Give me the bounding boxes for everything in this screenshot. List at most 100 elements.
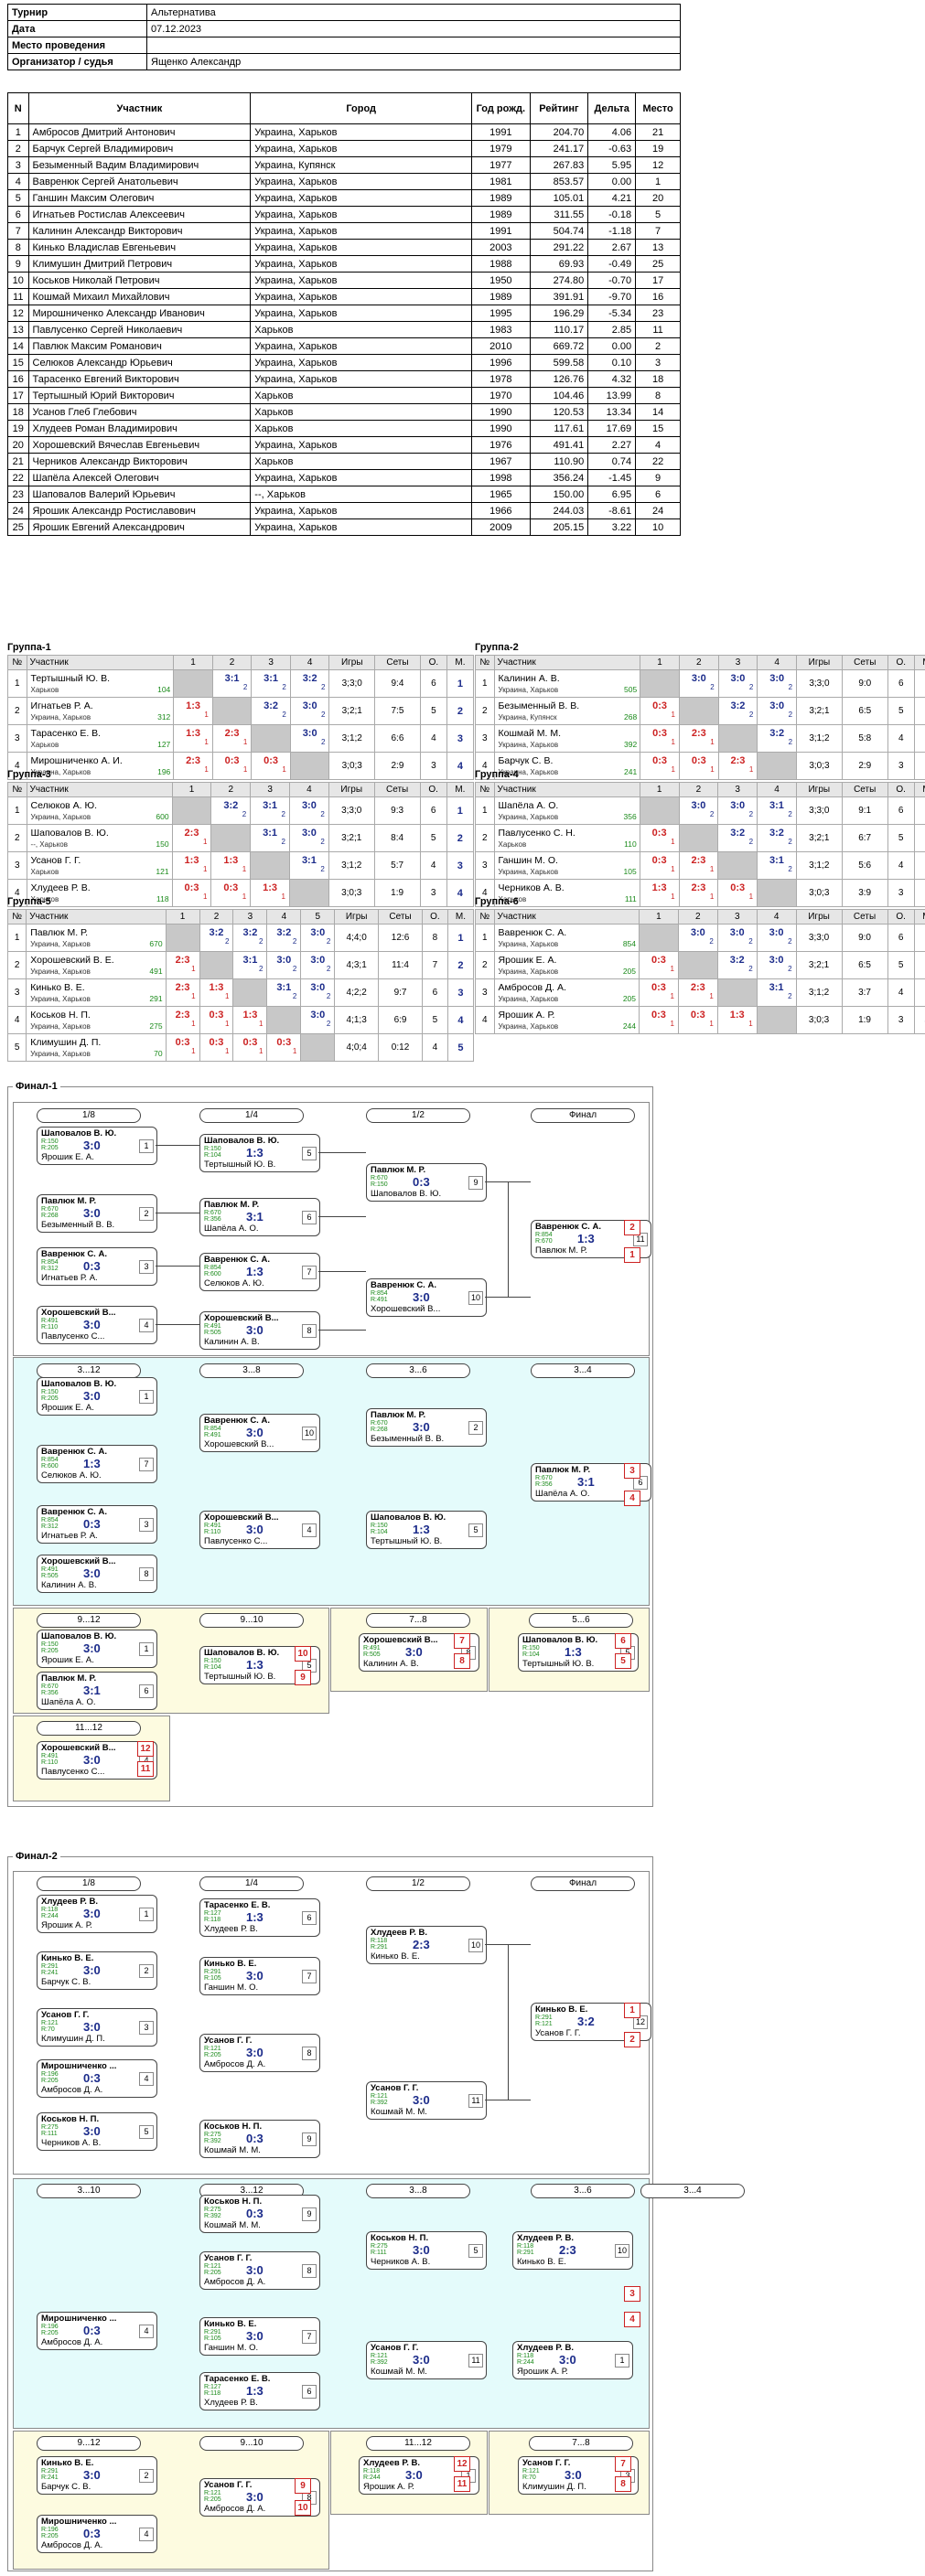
group-self-cell bbox=[250, 851, 290, 880]
group-result-cell: 2:3 1 bbox=[173, 752, 213, 780]
match-number: 10 bbox=[468, 1291, 483, 1305]
group-games: 3;2;1 bbox=[795, 951, 843, 979]
participants-cell: 5 bbox=[635, 206, 681, 223]
group-place: 2 bbox=[446, 697, 475, 725]
participants-cell: 853.57 bbox=[529, 173, 589, 190]
participants-cell: 18 bbox=[635, 370, 681, 388]
group-header-col: 1 bbox=[639, 782, 680, 797]
round-header: 11...12 bbox=[37, 1721, 141, 1736]
group-self-cell bbox=[300, 1033, 336, 1062]
match-score: 1:3 bbox=[246, 1910, 264, 1924]
participants-cell: 2009 bbox=[471, 518, 531, 536]
match-points: 1 bbox=[671, 765, 675, 774]
match-points: 2 bbox=[788, 711, 793, 719]
group-header-col: 1 bbox=[173, 655, 213, 670]
group-place: 4 bbox=[446, 1006, 475, 1034]
match-number: 7 bbox=[302, 1970, 317, 1983]
match-points: 1 bbox=[258, 1047, 264, 1055]
participants-cell: 2.67 bbox=[587, 239, 637, 256]
match-rating-1: R:121 bbox=[522, 2468, 540, 2474]
participants-cell: Украина, Харьков bbox=[250, 337, 473, 355]
group-result-cell: 0:3 1 bbox=[211, 752, 253, 780]
final-place: 3 bbox=[624, 1463, 640, 1479]
group-points: 5 bbox=[887, 824, 915, 852]
group-result-cell: 1:3 1 bbox=[173, 724, 213, 753]
player-name: Мирошниченко А. И. bbox=[30, 755, 123, 766]
match-rating-2: R:110 bbox=[41, 1324, 59, 1331]
participants-cell: 69.93 bbox=[529, 255, 589, 273]
group-result-cell: 2:3 1 bbox=[165, 1006, 200, 1034]
match-rating-1: R:127 bbox=[204, 1910, 221, 1917]
match-score: 1:3 bbox=[565, 1645, 582, 1659]
match-player-1: Шаповалов В. Ю. bbox=[204, 1648, 280, 1658]
group-sets: 9:1 bbox=[841, 796, 888, 825]
player-name: Хорошевский В. Е. bbox=[30, 955, 114, 966]
match-rating-2: R:205 bbox=[41, 2078, 59, 2084]
match-player-2: Тертышный Ю. В. bbox=[522, 1659, 595, 1669]
group-points: 4 bbox=[887, 851, 915, 880]
participants-cell: 24 bbox=[7, 502, 29, 519]
participants-cell: 196.29 bbox=[529, 305, 589, 322]
group-points: 7 bbox=[422, 951, 448, 979]
participants-cell: 291.22 bbox=[529, 239, 589, 256]
match-points: 2 bbox=[788, 937, 792, 946]
match-score: 3:0 2 bbox=[680, 797, 718, 824]
final-place: 11 bbox=[454, 2476, 470, 2492]
participants-cell: 267.83 bbox=[529, 156, 589, 174]
player-name: Коськов Н. П. bbox=[30, 1010, 91, 1021]
group-header-points: О. bbox=[887, 909, 915, 925]
match-rating-1: R:121 bbox=[204, 2046, 221, 2052]
match-player-1: Мирошниченко ... bbox=[41, 2061, 117, 2071]
match-player-2: Безыменный В. В. bbox=[371, 1434, 445, 1444]
participants-cell: 1950 bbox=[471, 272, 531, 289]
participants-cell: Ганшин Максим Олегович bbox=[27, 189, 252, 207]
participants-cell: 3.22 bbox=[587, 518, 637, 536]
participants-cell: 391.91 bbox=[529, 288, 589, 305]
match-player-1: Хорошевский В... bbox=[41, 1556, 116, 1566]
player-rating: 110 bbox=[624, 839, 637, 849]
match-score: 0:3 1 bbox=[252, 753, 290, 779]
participants-cell: Украина, Харьков bbox=[250, 173, 473, 190]
match-score: 3:1 2 bbox=[233, 952, 266, 978]
group-result-cell: 0:3 1 bbox=[639, 951, 679, 979]
match-score-value: 3:1 bbox=[242, 955, 258, 966]
match-points: 1 bbox=[202, 838, 208, 846]
group-result-cell: 0:3 1 bbox=[251, 752, 291, 780]
match-score: 0:3 bbox=[83, 1517, 101, 1531]
participants-cell: Ярошик Евгений Александрович bbox=[27, 518, 252, 536]
match-score: 0:3 1 bbox=[640, 753, 679, 779]
participants-cell: 1978 bbox=[471, 370, 531, 388]
match-player-2: Хорошевский В... bbox=[204, 1439, 274, 1449]
match-rating-2: R:70 bbox=[522, 2474, 536, 2481]
player-name: Барчук С. В. bbox=[498, 755, 554, 766]
match-points: 2 bbox=[326, 1020, 331, 1028]
match-score: 3:0 bbox=[246, 1426, 264, 1439]
table-row: 25 Ярошик Евгений Александрович Украина, Х… bbox=[7, 518, 681, 536]
participants-cell: Калинин Александр Викторович bbox=[27, 222, 252, 240]
group-sets: 9:7 bbox=[378, 978, 423, 1007]
match-player-1: Кинько В. Е. bbox=[41, 1953, 94, 1963]
participants-cell: Кинько Владислав Евгеньевич bbox=[27, 239, 252, 256]
participants-cell: Украина, Купянск bbox=[250, 156, 473, 174]
match-number: 5 bbox=[139, 2125, 154, 2139]
player-rating: 205 bbox=[622, 967, 636, 976]
group-table: № Участник 1 2 3 4 Игры Сеты О. М. 1 Тертышный Ю. В… bbox=[7, 655, 475, 780]
group-sets: 5:7 bbox=[373, 851, 421, 880]
group-player-cell: Кошмай М. М. Украина, Харьков 392 bbox=[493, 724, 641, 753]
group-games: 3;1;2 bbox=[795, 851, 843, 880]
player-name: Павлюк М. Р. bbox=[30, 927, 88, 938]
player-city: Украина, Харьков bbox=[498, 741, 559, 749]
group-points: 6 bbox=[887, 669, 915, 698]
match-points: 2 bbox=[292, 937, 297, 946]
match-score: 3:2 2 bbox=[719, 698, 758, 724]
match-points: 1 bbox=[225, 1047, 230, 1055]
match-score-value: 3:0 bbox=[769, 927, 784, 938]
match-score: 2:3 bbox=[413, 1938, 430, 1951]
match-number: 2 bbox=[468, 1421, 483, 1435]
participants-cell: 7 bbox=[7, 222, 29, 240]
match-rating-1: R:118 bbox=[517, 2243, 534, 2250]
round-header: 3...8 bbox=[199, 1363, 304, 1378]
match-number: 6 bbox=[302, 1911, 317, 1925]
group-title: Группа-6 bbox=[475, 896, 519, 907]
participants-cell: 2 bbox=[7, 140, 29, 157]
